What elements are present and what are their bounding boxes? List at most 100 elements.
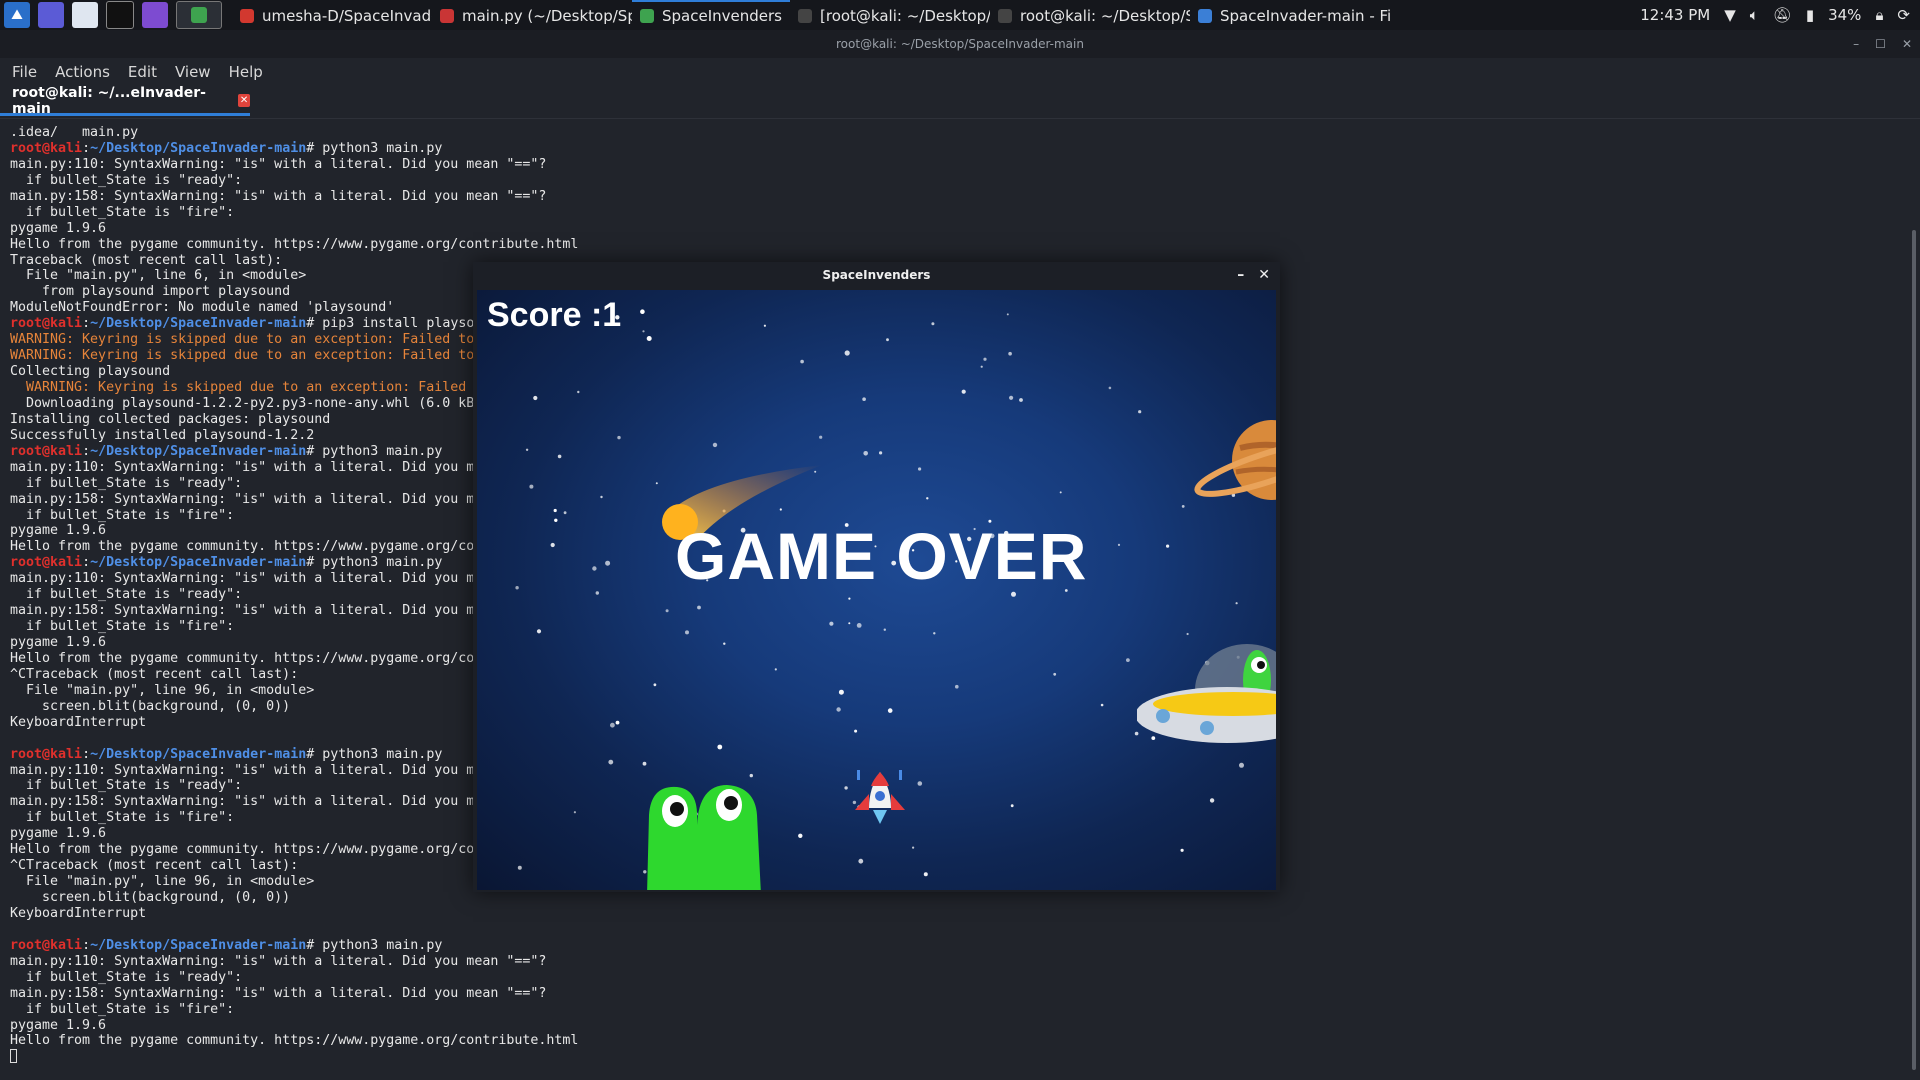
star <box>605 560 611 566</box>
star <box>931 322 935 326</box>
menu-view[interactable]: View <box>175 63 211 81</box>
alien-icon <box>647 785 761 890</box>
lock-icon[interactable]: 🔒︎ <box>1875 6 1883 24</box>
game-close-icon[interactable]: ✕ <box>1258 262 1270 288</box>
volume-icon[interactable]: 🔈︎ <box>1750 6 1759 24</box>
task-app-icon <box>440 9 454 23</box>
wifi-icon[interactable]: ▼ <box>1724 6 1736 24</box>
star <box>642 330 645 333</box>
taskbar-task[interactable]: [root@kali: ~/Desktop/P... <box>790 0 990 30</box>
taskbar-task[interactable]: main.py (~/Desktop/Spa... <box>432 0 632 30</box>
line-text: if bullet_State is "fire": <box>10 1001 235 1017</box>
star <box>1235 602 1238 605</box>
star <box>879 451 883 455</box>
line-text: ModuleNotFoundError: No module named 'pl… <box>10 300 395 316</box>
line-text: screen.blit(background, (0, 0)) <box>10 698 291 714</box>
file-manager-icon[interactable] <box>72 2 98 28</box>
star <box>1009 395 1014 400</box>
star <box>646 336 652 341</box>
active-app-icon[interactable] <box>176 1 222 29</box>
star <box>717 744 723 750</box>
star <box>723 642 726 645</box>
task-app-icon <box>240 9 254 23</box>
line-text: main.py:110: SyntaxWarning: "is" with a … <box>10 762 547 778</box>
star <box>856 623 862 628</box>
terminal-tab[interactable]: root@kali: ~/...eInvader-main ✕ <box>0 85 250 117</box>
star <box>563 511 567 515</box>
star <box>615 720 620 725</box>
star <box>838 689 844 695</box>
power-icon[interactable]: ⟳ <box>1897 6 1910 24</box>
line-text: : <box>82 555 91 571</box>
clock[interactable]: 12:43 PM <box>1640 6 1710 24</box>
workspace-icon[interactable] <box>38 2 64 28</box>
menu-help[interactable]: Help <box>229 63 263 81</box>
task-app-icon <box>998 9 1012 23</box>
ufo-icon <box>1137 644 1276 743</box>
game-canvas[interactable]: Score :1 GAME OVER <box>477 290 1276 890</box>
menu-edit[interactable]: Edit <box>128 63 157 81</box>
battery-icon[interactable]: ▮ <box>1806 6 1814 24</box>
game-window: SpaceInvenders – ✕ Score:1 GAME OVER <box>473 262 1280 892</box>
line-text: ^CTraceback (most recent call last): <box>10 858 299 874</box>
taskbar-task[interactable]: SpaceInvader-main - Fil... <box>1190 0 1390 30</box>
game-minimize-icon[interactable]: – <box>1237 262 1244 288</box>
terminal-line: main.py:110: SyntaxWarning: "is" with a … <box>10 954 1910 970</box>
menu-actions[interactable]: Actions <box>55 63 110 81</box>
star <box>1108 386 1112 390</box>
star <box>887 708 893 713</box>
terminal-line: if bullet_State is "ready": <box>10 970 1910 986</box>
star <box>517 865 522 870</box>
maximize-icon[interactable]: ☐ <box>1875 30 1886 58</box>
terminal-line: if bullet_State is "fire": <box>10 205 1910 221</box>
line-text: Collecting playsound <box>10 364 171 380</box>
star <box>848 597 851 600</box>
star <box>980 365 983 368</box>
close-icon[interactable]: ✕ <box>1902 30 1912 58</box>
taskbar-task[interactable]: SpaceInvenders <box>632 0 790 30</box>
star <box>883 628 886 631</box>
terminal-scrollbar[interactable] <box>1912 230 1916 1070</box>
task-label: [root@kali: ~/Desktop/P... <box>820 7 990 25</box>
task-label: SpaceInvader-main - Fil... <box>1220 7 1390 25</box>
taskbar-task[interactable]: root@kali: ~/Desktop/S... <box>990 0 1190 30</box>
star <box>640 309 645 314</box>
line-text: # python3 main.py <box>306 746 443 762</box>
top-panel: ⛰ umesha-D/SpaceInvade... main.py (~/Desk… <box>0 0 1920 30</box>
browser-icon[interactable] <box>142 2 168 28</box>
line-text: main.py:158: SyntaxWarning: "is" with a … <box>10 491 547 507</box>
line-text: Downloading playsound-1.2.2-py2.py3-none… <box>10 395 475 411</box>
terminal-icon[interactable] <box>106 1 134 29</box>
star <box>844 350 850 356</box>
line-text: pygame 1.9.6 <box>10 635 107 650</box>
star <box>912 846 915 849</box>
star <box>665 609 669 613</box>
minimize-icon[interactable]: – <box>1853 30 1859 58</box>
line-text: pygame 1.9.6 <box>10 826 107 842</box>
tab-close-icon[interactable]: ✕ <box>238 94 250 107</box>
star <box>961 389 966 394</box>
line-text: main.py:110: SyntaxWarning: "is" with a … <box>10 571 547 587</box>
star <box>550 542 555 548</box>
star <box>533 395 538 401</box>
line-text: main.py:110: SyntaxWarning: "is" with a … <box>10 459 547 475</box>
task-list: umesha-D/SpaceInvade... main.py (~/Deskto… <box>232 0 1390 30</box>
line-text: main.py:110: SyntaxWarning: "is" with a … <box>10 156 547 172</box>
terminal-line: root@kali:~/Desktop/SpaceInvader-main# p… <box>10 938 1910 954</box>
star <box>1008 351 1012 356</box>
planet-icon <box>1194 420 1276 500</box>
kali-menu-icon[interactable]: ⛰ <box>4 2 30 28</box>
taskbar-task[interactable]: umesha-D/SpaceInvade... <box>232 0 432 30</box>
line-text: File "main.py", line 6, in <module> <box>10 268 307 284</box>
line-text: main.py:158: SyntaxWarning: "is" with a … <box>10 794 547 810</box>
menu-file[interactable]: File <box>12 63 37 81</box>
line-text: ^CTraceback (most recent call last): <box>10 666 299 682</box>
star <box>608 759 614 765</box>
notifications-icon[interactable]: 🔕︎ <box>1773 6 1792 24</box>
terminal-cursor <box>10 1049 1910 1065</box>
star <box>1053 672 1057 676</box>
line-text: # python3 main.py <box>306 555 443 571</box>
line-text: WARNING: Keyring is skipped due to an ex… <box>10 380 467 395</box>
star <box>800 359 804 364</box>
